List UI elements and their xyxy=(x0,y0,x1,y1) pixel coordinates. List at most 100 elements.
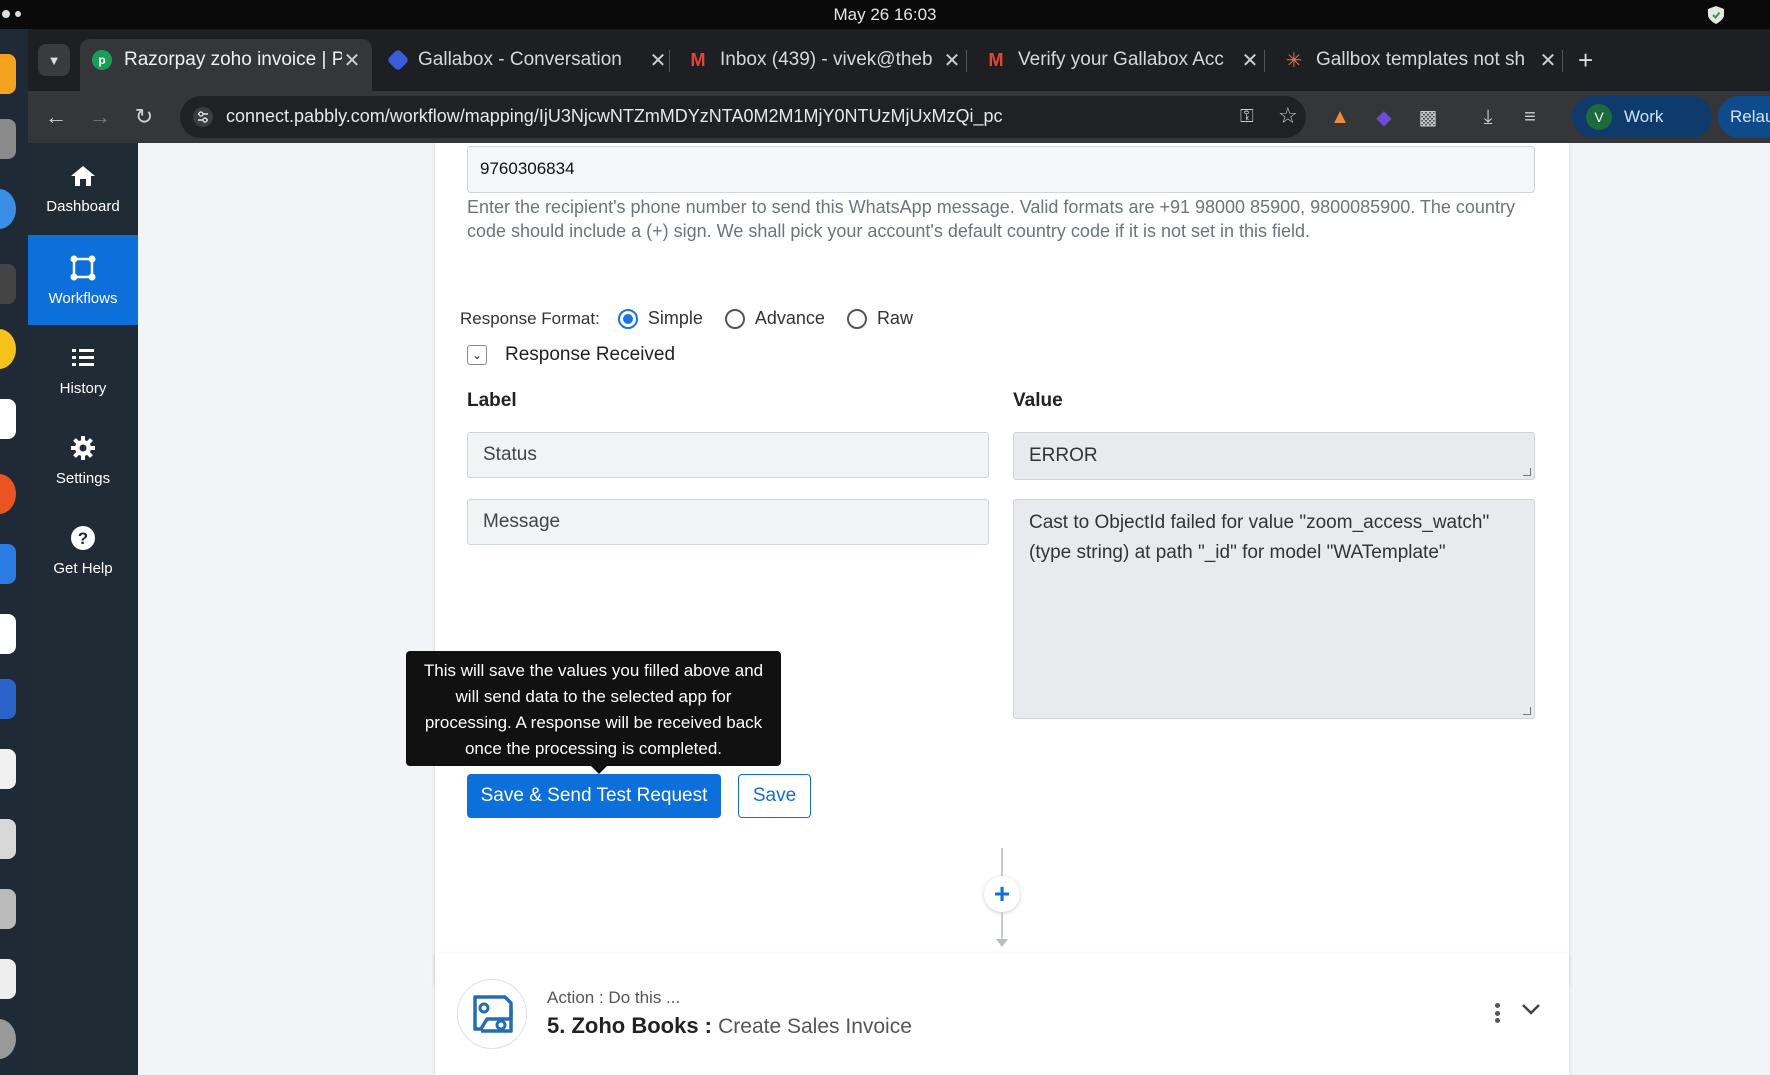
gmail-favicon-icon: M xyxy=(690,49,706,70)
resize-handle-icon[interactable] xyxy=(1523,707,1531,715)
dock-app-icon[interactable] xyxy=(0,614,16,654)
tab-gmail-verify[interactable]: M Verify your Gallabox Acc ✕ xyxy=(974,39,1270,81)
dock-app-icon[interactable] xyxy=(0,399,16,439)
site-info-icon[interactable] xyxy=(192,106,214,128)
radio-unselected-icon[interactable] xyxy=(724,308,745,329)
dock-app-icon[interactable] xyxy=(0,474,16,514)
close-icon[interactable]: ✕ xyxy=(1240,48,1260,73)
value-text: Cast to ObjectId failed for value "zoom_… xyxy=(1029,512,1490,563)
connector-line xyxy=(1001,912,1003,940)
tab-gmail-inbox[interactable]: M Inbox (439) - vivek@theb ✕ xyxy=(676,39,972,81)
resize-handle-icon[interactable] xyxy=(1523,468,1531,476)
svg-text:?: ? xyxy=(78,529,88,548)
workflow-icon xyxy=(70,255,96,280)
os-top-bar: May 26 16:03 xyxy=(0,0,1770,29)
next-action-card[interactable]: Action : Do this ... 5. Zoho Books : Cre… xyxy=(435,953,1569,1075)
response-received-toggle[interactable]: ⌄ Response Received xyxy=(467,344,675,366)
password-key-icon[interactable]: ⚿ xyxy=(1240,106,1254,127)
dock-app-icon[interactable] xyxy=(0,119,16,159)
download-icon[interactable]: ⤓ xyxy=(1474,103,1502,131)
tab-title: Gallbox templates not sh xyxy=(1316,49,1526,70)
reload-button[interactable]: ↻ xyxy=(128,101,160,133)
label-field-message[interactable]: Message xyxy=(467,499,989,545)
connector-arrow-icon xyxy=(996,939,1008,947)
dock-app-icon[interactable] xyxy=(0,1019,16,1059)
gear-icon xyxy=(71,435,95,460)
value-field-message[interactable]: Cast to ObjectId failed for value "zoom_… xyxy=(1013,499,1535,719)
close-icon[interactable]: ✕ xyxy=(648,48,668,73)
radio-unselected-icon[interactable] xyxy=(846,308,867,329)
response-format-group: Response Format: Simple Advance Raw xyxy=(460,308,913,329)
value-text: ERROR xyxy=(1029,445,1098,466)
dock-app-chrome-icon[interactable] xyxy=(0,329,16,369)
tab-search-button[interactable]: ▼ xyxy=(38,44,70,76)
tab-title: Razorpay zoho invoice | P xyxy=(124,49,342,70)
dock-app-icon[interactable] xyxy=(0,749,16,789)
close-icon[interactable]: ✕ xyxy=(1538,48,1558,73)
dock-app-icon[interactable] xyxy=(0,544,16,584)
value-column-header: Value xyxy=(1013,390,1063,411)
close-icon[interactable]: ✕ xyxy=(942,48,962,73)
phone-help-text: Enter the recipient's phone number to se… xyxy=(467,197,1515,241)
sidebar-item-history[interactable]: History xyxy=(28,325,138,415)
dock-app-icon[interactable] xyxy=(0,819,16,859)
forward-button[interactable]: → xyxy=(84,101,116,133)
tab-claude-templates[interactable]: ✳ Gallbox templates not sh ✕ xyxy=(1272,39,1568,81)
dock-app-icon[interactable] xyxy=(0,889,16,929)
browser-tab-strip: ▼ p Razorpay zoho invoice | P ✕ Gallabox… xyxy=(28,29,1770,91)
os-dock xyxy=(0,29,28,1075)
phone-number-field[interactable]: 9760306834 xyxy=(467,146,1535,193)
dock-app-icon[interactable] xyxy=(0,189,16,229)
app-sidebar: Dashboard Workflows History Settings ? G… xyxy=(28,143,138,1075)
chevron-down-icon[interactable] xyxy=(1521,1003,1541,1017)
url-text[interactable]: connect.pabbly.com/workflow/mapping/IjU3… xyxy=(226,106,1003,127)
shield-icon[interactable] xyxy=(1708,6,1724,24)
os-clock[interactable]: May 26 16:03 xyxy=(0,5,1770,25)
chevron-down-icon[interactable]: ⌄ xyxy=(467,345,487,365)
media-control-icon[interactable]: ≡ xyxy=(1516,103,1544,131)
tab-pabbly[interactable]: p Razorpay zoho invoice | P ✕ xyxy=(80,39,372,91)
tab-title: Verify your Gallabox Acc xyxy=(1018,49,1224,70)
sidebar-item-workflows[interactable]: Workflows xyxy=(28,235,138,325)
sidebar-item-dashboard[interactable]: Dashboard xyxy=(28,143,138,233)
claude-favicon-icon: ✳ xyxy=(1285,49,1303,72)
radio-selected-icon[interactable] xyxy=(617,308,638,329)
extensions-puzzle-icon[interactable]: ▩ xyxy=(1414,103,1442,131)
dock-app-icon[interactable] xyxy=(0,679,16,719)
radio-label: Simple xyxy=(647,308,703,328)
save-button[interactable]: Save xyxy=(738,774,811,818)
zoho-books-logo xyxy=(457,979,527,1049)
workflow-canvas: 9760306834 Enter the recipient's phone n… xyxy=(138,143,1770,1075)
test-request-tooltip: This will save the values you filled abo… xyxy=(406,651,781,774)
new-tab-button[interactable]: + xyxy=(1578,45,1593,76)
profile-button[interactable]: V Work xyxy=(1572,96,1712,138)
close-icon[interactable]: ✕ xyxy=(342,48,362,73)
radio-label: Raw xyxy=(876,308,913,328)
browser-toolbar: ← → ↻ connect.pabbly.com/workflow/mappin… xyxy=(28,91,1770,143)
question-icon: ? xyxy=(71,525,95,550)
add-step-button[interactable]: + xyxy=(984,876,1020,912)
label-field-status[interactable]: Status xyxy=(467,432,989,478)
extension-fox-icon[interactable]: ▲ xyxy=(1326,103,1354,131)
radio-simple[interactable]: Simple xyxy=(617,308,703,329)
action-subtitle: Action : Do this ... xyxy=(547,988,681,1007)
more-options-icon[interactable] xyxy=(1495,1003,1501,1023)
bookmark-star-icon[interactable]: ☆ xyxy=(1278,103,1298,129)
sidebar-item-get-help[interactable]: ? Get Help xyxy=(28,505,138,595)
dock-app-firefox-icon[interactable] xyxy=(0,54,16,94)
tab-gallabox-conversation[interactable]: Gallabox - Conversation ✕ xyxy=(378,39,678,81)
radio-raw[interactable]: Raw xyxy=(846,308,913,329)
sidebar-item-label: Get Help xyxy=(53,559,113,577)
address-bar[interactable]: connect.pabbly.com/workflow/mapping/IjU3… xyxy=(180,96,1306,138)
tab-title: Inbox (439) - vivek@theb xyxy=(720,49,933,70)
save-send-test-button[interactable]: Save & Send Test Request xyxy=(467,774,721,818)
dock-app-icon[interactable] xyxy=(0,959,16,999)
back-button[interactable]: ← xyxy=(40,101,72,133)
extension-diamond-icon[interactable]: ◆ xyxy=(1370,103,1398,131)
label-column-header: Label xyxy=(467,390,517,411)
dock-app-icon[interactable] xyxy=(0,264,16,304)
relaunch-button[interactable]: Relaunch t xyxy=(1718,96,1770,138)
radio-advance[interactable]: Advance xyxy=(724,308,825,329)
sidebar-item-settings[interactable]: Settings xyxy=(28,415,138,505)
value-field-status[interactable]: ERROR xyxy=(1013,432,1535,480)
